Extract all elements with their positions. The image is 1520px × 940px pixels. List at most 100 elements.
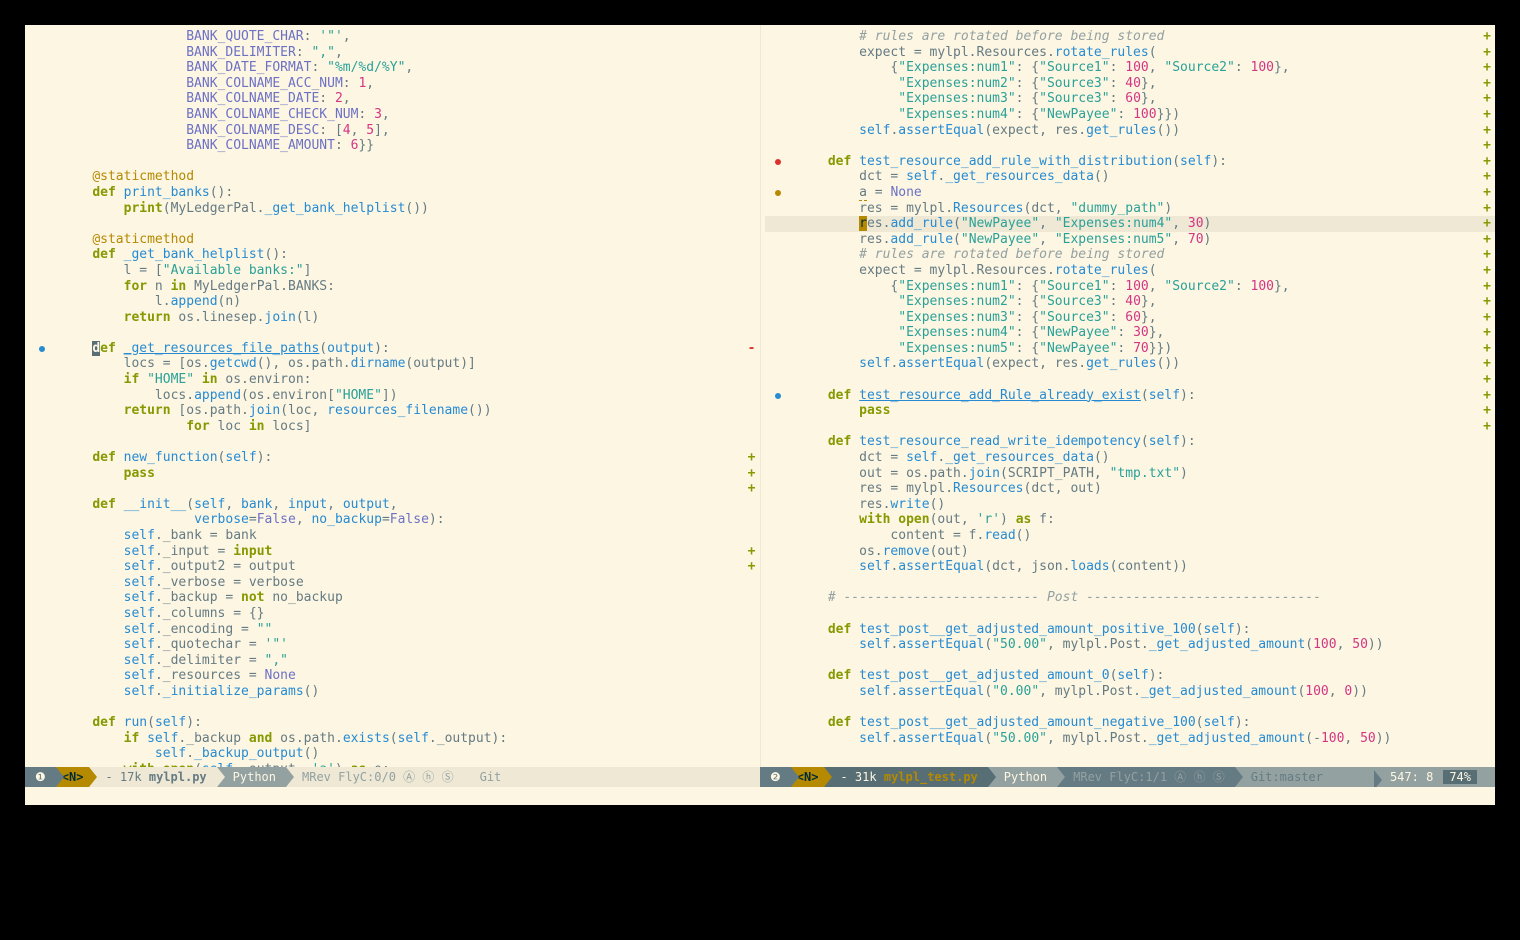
code-line[interactable]: pass+ [29, 466, 760, 482]
code-line[interactable]: self._bank = bank [29, 528, 760, 544]
code-line[interactable]: self._columns = {} [29, 606, 760, 622]
code-line[interactable]: self.assertEqual(expect, res.get_rules()… [765, 123, 1496, 139]
code-line[interactable]: + [765, 138, 1496, 154]
code-line[interactable]: # ------------------------- Post -------… [765, 590, 1496, 606]
code-line[interactable]: + [29, 481, 760, 497]
code-line[interactable]: "Expenses:num5": {"NewPayee": 70}})+ [765, 341, 1496, 357]
code-line[interactable] [765, 575, 1496, 591]
code-line[interactable]: locs = [os.getcwd(), os.path.dirname(out… [29, 356, 760, 372]
left-pane[interactable]: BANK_QUOTE_CHAR: '"', BANK_DELIMITER: ",… [25, 25, 761, 767]
code-line[interactable]: self._backup_output() [29, 746, 760, 762]
code-line[interactable]: self._initialize_params() [29, 684, 760, 700]
code-line[interactable]: BANK_DELIMITER: ",", [29, 45, 760, 61]
code-line[interactable]: def print_banks(): [29, 185, 760, 201]
code-line[interactable]: # rules are rotated before being stored+ [765, 29, 1496, 45]
code-line[interactable]: {"Expenses:num1": {"Source1": 100, "Sour… [765, 279, 1496, 295]
code-line[interactable]: "Expenses:num4": {"NewPayee": 100}})+ [765, 107, 1496, 123]
code-line[interactable]: for n in MyLedgerPal.BANKS: [29, 279, 760, 295]
code-line[interactable]: if self._backup and os.path.exists(self.… [29, 731, 760, 747]
code-line[interactable]: def new_function(self):+ [29, 450, 760, 466]
code-line[interactable]: l.append(n) [29, 294, 760, 310]
code-line[interactable]: content = f.read() [765, 528, 1496, 544]
code-line[interactable]: + [765, 372, 1496, 388]
code-line[interactable]: BANK_QUOTE_CHAR: '"', [29, 29, 760, 45]
modeline-right[interactable]: ❷ <N> - 31k mylpl_test.py Python MRev Fl… [760, 767, 1495, 787]
code-line[interactable]: def test_resource_add_rule_with_distribu… [765, 154, 1496, 170]
code-line[interactable] [29, 216, 760, 232]
code-line[interactable]: + [765, 419, 1496, 435]
modeline-left[interactable]: ❶ <N> - 17k mylpl.py Python MRev FlyC:0/… [25, 767, 760, 787]
code-line[interactable]: print(MyLedgerPal._get_bank_helplist()) [29, 201, 760, 217]
code-line[interactable]: return [os.path.join(loc, resources_file… [29, 403, 760, 419]
code-line[interactable]: "Expenses:num4": {"NewPayee": 30},+ [765, 325, 1496, 341]
code-line[interactable]: def run(self): [29, 715, 760, 731]
code-line[interactable]: @staticmethod [29, 232, 760, 248]
code-line[interactable]: def test_resource_read_write_idempotency… [765, 434, 1496, 450]
code-line[interactable] [29, 154, 760, 170]
code-line[interactable]: dct = self._get_resources_data()+ [765, 169, 1496, 185]
code-line[interactable]: if "HOME" in os.environ: [29, 372, 760, 388]
code-line[interactable]: BANK_COLNAME_DESC: [4, 5], [29, 123, 760, 139]
code-line[interactable]: def test_post__get_adjusted_amount_negat… [765, 715, 1496, 731]
code-line[interactable]: res.add_rule("NewPayee", "Expenses:num4"… [765, 216, 1496, 232]
code-line[interactable]: l = ["Available banks:"] [29, 263, 760, 279]
code-line[interactable]: "Expenses:num2": {"Source3": 40},+ [765, 76, 1496, 92]
code-line[interactable]: for loc in locs] [29, 419, 760, 435]
code-line[interactable]: expect = mylpl.Resources.rotate_rules(+ [765, 45, 1496, 61]
code-line[interactable]: BANK_COLNAME_ACC_NUM: 1, [29, 76, 760, 92]
code-line[interactable] [29, 700, 760, 716]
code-line[interactable]: with open(out, 'r') as f: [765, 512, 1496, 528]
code-line[interactable]: def test_resource_add_Rule_already_exist… [765, 388, 1496, 404]
code-line[interactable]: res.add_rule("NewPayee", "Expenses:num5"… [765, 232, 1496, 248]
code-line[interactable]: BANK_COLNAME_AMOUNT: 6}} [29, 138, 760, 154]
code-line[interactable]: BANK_DATE_FORMAT: "%m/%d/%Y", [29, 60, 760, 76]
code-line[interactable]: @staticmethod [29, 169, 760, 185]
code-line[interactable]: self._resources = None [29, 668, 760, 684]
code-line[interactable] [29, 434, 760, 450]
code-line[interactable]: self._backup = not no_backup [29, 590, 760, 606]
code-line[interactable]: self._output2 = output+ [29, 559, 760, 575]
code-line[interactable]: res.write() [765, 497, 1496, 513]
code-line[interactable]: res = mylpl.Resources(dct, out) [765, 481, 1496, 497]
right-pane[interactable]: # rules are rotated before being stored+… [761, 25, 1496, 767]
code-line[interactable]: res = mylpl.Resources(dct, "dummy_path")… [765, 201, 1496, 217]
code-line[interactable]: self.assertEqual("50.00", mylpl.Post._ge… [765, 637, 1496, 653]
code-line[interactable]: "Expenses:num3": {"Source3": 60},+ [765, 91, 1496, 107]
code-line[interactable]: self._delimiter = "," [29, 653, 760, 669]
code-line[interactable]: self.assertEqual(expect, res.get_rules()… [765, 356, 1496, 372]
code-line[interactable]: a = None+ [765, 185, 1496, 201]
code-line[interactable]: self.assertEqual("0.00", mylpl.Post._get… [765, 684, 1496, 700]
code-line[interactable]: self._quotechar = '"' [29, 637, 760, 653]
code-line[interactable]: self._input = input+ [29, 544, 760, 560]
minibuffer[interactable] [25, 787, 1495, 805]
code-line[interactable]: def __init__(self, bank, input, output, [29, 497, 760, 513]
code-line[interactable]: {"Expenses:num1": {"Source1": 100, "Sour… [765, 60, 1496, 76]
code-line[interactable] [765, 700, 1496, 716]
right-code-area[interactable]: # rules are rotated before being stored+… [761, 25, 1496, 767]
code-line[interactable]: def _get_bank_helplist(): [29, 247, 760, 263]
code-line[interactable]: # rules are rotated before being stored+ [765, 247, 1496, 263]
code-line[interactable] [29, 325, 760, 341]
code-line[interactable]: "Expenses:num3": {"Source3": 60},+ [765, 310, 1496, 326]
code-line[interactable]: self.assertEqual("50.00", mylpl.Post._ge… [765, 731, 1496, 747]
code-line[interactable]: verbose=False, no_backup=False): [29, 512, 760, 528]
code-line[interactable]: def test_post__get_adjusted_amount_0(sel… [765, 668, 1496, 684]
left-code-area[interactable]: BANK_QUOTE_CHAR: '"', BANK_DELIMITER: ",… [25, 25, 760, 767]
code-line[interactable]: self._encoding = "" [29, 622, 760, 638]
code-line[interactable]: def test_post__get_adjusted_amount_posit… [765, 622, 1496, 638]
code-line[interactable] [765, 653, 1496, 669]
code-line[interactable]: expect = mylpl.Resources.rotate_rules(+ [765, 263, 1496, 279]
code-line[interactable]: def _get_resources_file_paths(output): [29, 341, 760, 357]
code-line[interactable]: BANK_COLNAME_CHECK_NUM: 3, [29, 107, 760, 123]
code-line[interactable]: locs.append(os.environ["HOME"]) [29, 388, 760, 404]
code-line[interactable]: os.remove(out) [765, 544, 1496, 560]
code-line[interactable]: pass+ [765, 403, 1496, 419]
code-line[interactable]: return os.linesep.join(l) [29, 310, 760, 326]
code-line[interactable]: BANK_COLNAME_DATE: 2, [29, 91, 760, 107]
code-line[interactable] [765, 606, 1496, 622]
code-line[interactable] [765, 746, 1496, 762]
code-line[interactable]: self.assertEqual(dct, json.loads(content… [765, 559, 1496, 575]
code-line[interactable]: dct = self._get_resources_data() [765, 450, 1496, 466]
code-line[interactable]: self._verbose = verbose [29, 575, 760, 591]
code-line[interactable]: out = os.path.join(SCRIPT_PATH, "tmp.txt… [765, 466, 1496, 482]
